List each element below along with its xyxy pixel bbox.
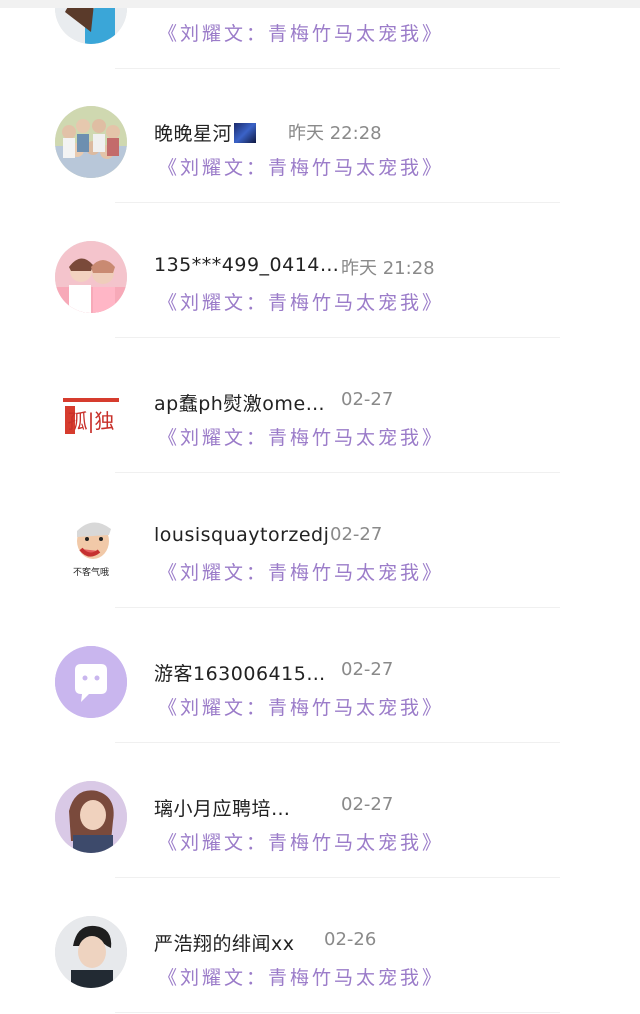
conversation-item[interactable]: 135***499_0414… 昨天 21:28 《刘耀文：青梅竹马太宠我》 <box>0 204 640 338</box>
contact-name: ap蠢ph熨激ome… <box>154 393 326 415</box>
illustrated-girl-avatar <box>55 781 127 853</box>
conversation-item[interactable]: 晚晚星河 昨天 22:28 《刘耀文：青梅竹马太宠我》 <box>0 69 640 203</box>
avatar[interactable] <box>55 916 127 988</box>
conversation-item[interactable]: 不客气哦 lousisquaytorzedj 02-27 《刘耀文：青梅竹马太宠… <box>0 474 640 608</box>
last-message: 《刘耀文：青梅竹马太宠我》 <box>158 157 445 179</box>
pink-duo-avatar <box>55 241 127 313</box>
avatar[interactable] <box>55 646 127 718</box>
divider <box>115 202 560 203</box>
timestamp: 02-27 <box>341 794 394 815</box>
contact-name: 严浩翔的绯闻xx <box>154 933 295 955</box>
conversation-item[interactable]: 璃小月应聘培… 02-27 《刘耀文：青梅竹马太宠我》 <box>0 744 640 878</box>
timestamp: 02-26 <box>324 929 377 950</box>
avatar[interactable]: 孤|独 <box>55 376 127 448</box>
contact-name: lousisquaytorzedj <box>154 524 330 546</box>
avatar[interactable] <box>55 106 127 178</box>
conversation-item[interactable]: 严浩翔的绯闻xx 02-26 《刘耀文：青梅竹马太宠我》 <box>0 879 640 1013</box>
contact-name: 135***499_0414… <box>154 254 340 276</box>
boy-portrait-avatar <box>55 916 127 988</box>
last-message: 《刘耀文：青梅竹马太宠我》 <box>158 292 445 314</box>
contact-name: 晚晚星河 <box>154 119 257 146</box>
conversation-item[interactable]: 孤|独 ap蠢ph熨激ome… 02-27 《刘耀文：青梅竹马太宠我》 <box>0 339 640 473</box>
timestamp: 02-27 <box>330 524 383 545</box>
last-message: 《刘耀文：青梅竹马太宠我》 <box>158 562 445 584</box>
avatar-text: 孤|独 <box>68 409 115 433</box>
person-blue-avatar <box>55 8 127 44</box>
divider <box>115 337 560 338</box>
last-message: 《刘耀文：青梅竹马太宠我》 <box>158 832 445 854</box>
top-strip <box>0 0 640 8</box>
conversation-list: 《刘耀文：青梅竹马太宠我》 晚晚星河 昨天 22:28 《刘耀文：青梅竹马太宠我… <box>0 8 640 1014</box>
last-message: 《刘耀文：青梅竹马太宠我》 <box>158 967 445 989</box>
divider <box>115 472 560 473</box>
avatar[interactable] <box>55 8 127 44</box>
group-photo-avatar <box>55 106 127 178</box>
divider <box>115 877 560 878</box>
avatar-caption: 不客气哦 <box>73 566 109 578</box>
contact-name: 游客163006415… <box>154 663 326 685</box>
divider <box>115 742 560 743</box>
last-message: 《刘耀文：青梅竹马太宠我》 <box>158 23 445 45</box>
avatar[interactable]: 不客气哦 <box>55 511 127 583</box>
divider <box>115 607 560 608</box>
avatar[interactable] <box>55 241 127 313</box>
last-message: 《刘耀文：青梅竹马太宠我》 <box>158 427 445 449</box>
chat-bubble-icon <box>55 646 127 718</box>
lonely-text-avatar: 孤|独 <box>55 376 127 448</box>
cartoon-meme-avatar: 不客气哦 <box>55 511 127 583</box>
timestamp: 02-27 <box>341 389 394 410</box>
galaxy-emoji-icon <box>234 123 257 143</box>
timestamp: 02-27 <box>341 659 394 680</box>
contact-name: 璃小月应聘培… <box>154 798 291 820</box>
last-message: 《刘耀文：青梅竹马太宠我》 <box>158 697 445 719</box>
divider <box>115 1012 560 1013</box>
timestamp: 昨天 22:28 <box>288 123 382 144</box>
avatar[interactable] <box>55 781 127 853</box>
conversation-item[interactable]: 《刘耀文：青梅竹马太宠我》 <box>0 8 640 69</box>
timestamp: 昨天 21:28 <box>341 258 435 279</box>
conversation-item[interactable]: 游客163006415… 02-27 《刘耀文：青梅竹马太宠我》 <box>0 609 640 743</box>
